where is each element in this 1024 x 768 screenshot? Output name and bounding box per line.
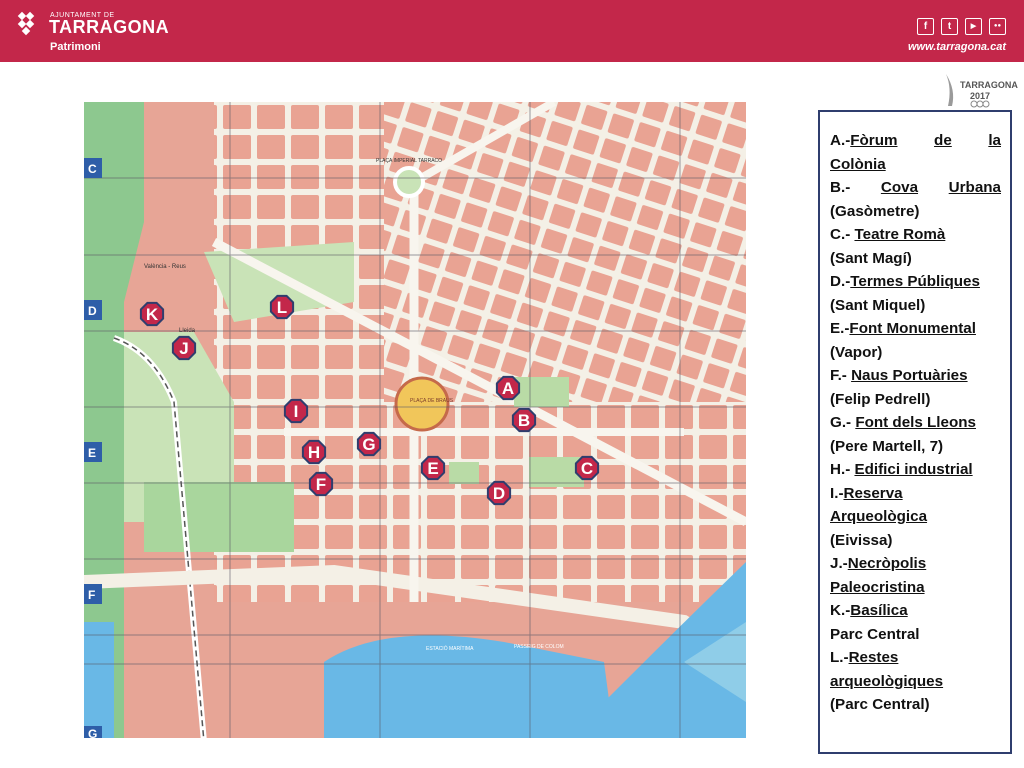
city-map[interactable]: PLAÇA DE BRAUS C D E F G València - Reus… bbox=[84, 102, 746, 738]
map-marker-c[interactable]: C bbox=[574, 455, 600, 481]
legend-panel: A.-Fòrum de la Colònia B.- Cova Urbana (Gasò… bbox=[818, 110, 1012, 754]
legend-note-k: Parc Central bbox=[830, 625, 920, 643]
legend-item-e: E.-Font Monumental (Vapor) bbox=[830, 317, 1001, 364]
legend-link-edifici[interactable]: Edifici industrial bbox=[854, 461, 972, 478]
legend-link-cova-urbana[interactable]: Urbana bbox=[949, 176, 1001, 200]
legend-link-naus[interactable]: Naus Portuàries bbox=[851, 367, 967, 384]
games-logo-title: TARRAGONA bbox=[960, 80, 1018, 90]
legend-link-restes[interactable]: Restes bbox=[849, 649, 899, 666]
map-marker-label: G bbox=[362, 435, 375, 454]
map-marker-label: J bbox=[179, 339, 188, 358]
legend-link-reserva[interactable]: Reserva bbox=[844, 485, 903, 502]
legend-link-necropolis[interactable]: Necròpolis bbox=[848, 555, 927, 572]
twitter-icon[interactable]: t bbox=[941, 18, 958, 35]
road-label-lleida: Lleida bbox=[179, 328, 196, 334]
legend-note-i: (Eivissa) bbox=[830, 531, 893, 549]
map-marker-d[interactable]: D bbox=[486, 480, 512, 506]
legend-link-basilica[interactable]: Basílica bbox=[850, 602, 907, 619]
legend-link-forum-colonia[interactable]: Colònia bbox=[830, 156, 886, 173]
social-links: f t ▶ ●● bbox=[917, 18, 1006, 35]
legend-note-c: (Sant Magí) bbox=[830, 249, 912, 267]
map-marker-i[interactable]: I bbox=[283, 398, 309, 424]
legend-link-termes[interactable]: Termes Públiques bbox=[850, 273, 980, 290]
legend-link-forum-de[interactable]: de bbox=[934, 129, 952, 153]
youtube-icon[interactable]: ▶ bbox=[965, 18, 982, 35]
map-marker-g[interactable]: G bbox=[356, 431, 382, 457]
legend-item-g: G.- Font dels Lleons (Pere Martell, 7) bbox=[830, 411, 1001, 458]
facebook-icon[interactable]: f bbox=[917, 18, 934, 35]
map-marker-f[interactable]: F bbox=[308, 471, 334, 497]
logo-text[interactable]: TARRAGONA bbox=[49, 17, 169, 38]
legend-note-g: (Pere Martell, 7) bbox=[830, 437, 944, 455]
grid-label-e: E bbox=[88, 446, 96, 460]
legend-link-reserva-arq[interactable]: Arqueològica bbox=[830, 508, 927, 525]
map-marker-label: C bbox=[581, 459, 593, 478]
legend-link-teatre[interactable]: Teatre Romà bbox=[854, 226, 945, 243]
legend-link-forum-la[interactable]: la bbox=[988, 129, 1001, 153]
legend-note-d: (Sant Miquel) bbox=[830, 296, 926, 314]
map-marker-e[interactable]: E bbox=[420, 455, 446, 481]
legend-link-font-monumental[interactable]: Font Monumental bbox=[849, 320, 976, 337]
legend-item-a: A.-Fòrum de la Colònia bbox=[830, 129, 1001, 176]
map-marker-label: D bbox=[493, 484, 505, 503]
legend-link-font-lleons[interactable]: Font dels Lleons bbox=[855, 414, 976, 431]
map-marker-label: F bbox=[316, 475, 326, 494]
grid-label-g: G bbox=[88, 727, 97, 738]
legend-link-forum[interactable]: Fòrum bbox=[850, 132, 897, 149]
legend-item-d: D.-Termes Públiques (Sant Miquel) bbox=[830, 270, 1001, 317]
games-logo-year: 2017 bbox=[970, 91, 991, 101]
map-marker-label: K bbox=[146, 305, 159, 324]
map-label-bullring: PLAÇA DE BRAUS bbox=[410, 398, 454, 404]
grid-label-d: D bbox=[88, 304, 97, 318]
tarragona-2017-logo-icon bbox=[946, 74, 990, 108]
site-url-link[interactable]: www.tarragona.cat bbox=[908, 41, 1006, 53]
flickr-icon[interactable]: ●● bbox=[989, 18, 1006, 35]
legend-item-j: J.-Necròpolis Paleocristina bbox=[830, 555, 927, 596]
map-marker-a[interactable]: A bbox=[495, 375, 521, 401]
map-marker-label: I bbox=[294, 402, 299, 421]
legend-item-b: B.- Cova Urbana (Gasòmetre) bbox=[830, 176, 1001, 223]
legend-item-h: H.- Edifici industrial bbox=[830, 461, 973, 478]
map-marker-b[interactable]: B bbox=[511, 407, 537, 433]
map-marker-label: L bbox=[277, 298, 287, 317]
map-label-passeig-colom: PASSEIG DE COLOM bbox=[514, 644, 564, 650]
map-marker-j[interactable]: J bbox=[171, 335, 197, 361]
map-marker-label: A bbox=[502, 379, 514, 398]
legend-item-c: C.- Teatre Romà (Sant Magí) bbox=[830, 223, 1001, 270]
map-marker-label: E bbox=[427, 459, 438, 478]
grid-label-c: C bbox=[88, 162, 97, 176]
legend-note-e: (Vapor) bbox=[830, 343, 883, 361]
map-marker-k[interactable]: K bbox=[139, 301, 165, 327]
map-marker-label: B bbox=[518, 411, 530, 430]
map-canvas[interactable]: PLAÇA DE BRAUS C D E F G València - Reus… bbox=[84, 102, 746, 738]
tarragona-logo-icon[interactable] bbox=[16, 10, 42, 36]
legend-link-paleocristina[interactable]: Paleocristina bbox=[830, 579, 925, 596]
site-header: AJUNTAMENT DE TARRAGONA Patrimoni f t ▶ … bbox=[0, 0, 1024, 62]
legend-item-f: F.- Naus Portuàries (Felip Pedrell) bbox=[830, 364, 1001, 411]
legend-note-f: (Felip Pedrell) bbox=[830, 390, 931, 408]
map-marker-h[interactable]: H bbox=[301, 439, 327, 465]
legend-link-arqueologiques[interactable]: arqueològiques bbox=[830, 673, 943, 690]
legend-item-l: L.-Restes arqueològiques (Parc Central) bbox=[830, 646, 1001, 717]
legend-link-cova[interactable]: Cova bbox=[881, 176, 918, 200]
map-marker-l[interactable]: L bbox=[269, 294, 295, 320]
map-label-estacio-maritima: ESTACIÓ MARÍTIMA bbox=[426, 645, 474, 652]
section-title: Patrimoni bbox=[50, 41, 101, 53]
legend-note-b: (Gasòmetre) bbox=[830, 202, 920, 220]
grid-label-f: F bbox=[88, 588, 95, 602]
legend-note-l: (Parc Central) bbox=[830, 696, 930, 713]
legend-item-i: I.-Reserva Arqueològica (Eivissa) bbox=[830, 482, 1001, 553]
legend-item-k: K.-Basílica Parc Central bbox=[830, 599, 1001, 646]
map-label-placa-imperial: PLAÇA IMPERIAL TARRACO bbox=[376, 158, 442, 164]
map-marker-label: H bbox=[308, 443, 320, 462]
road-label-valencia: València - Reus bbox=[144, 264, 186, 270]
